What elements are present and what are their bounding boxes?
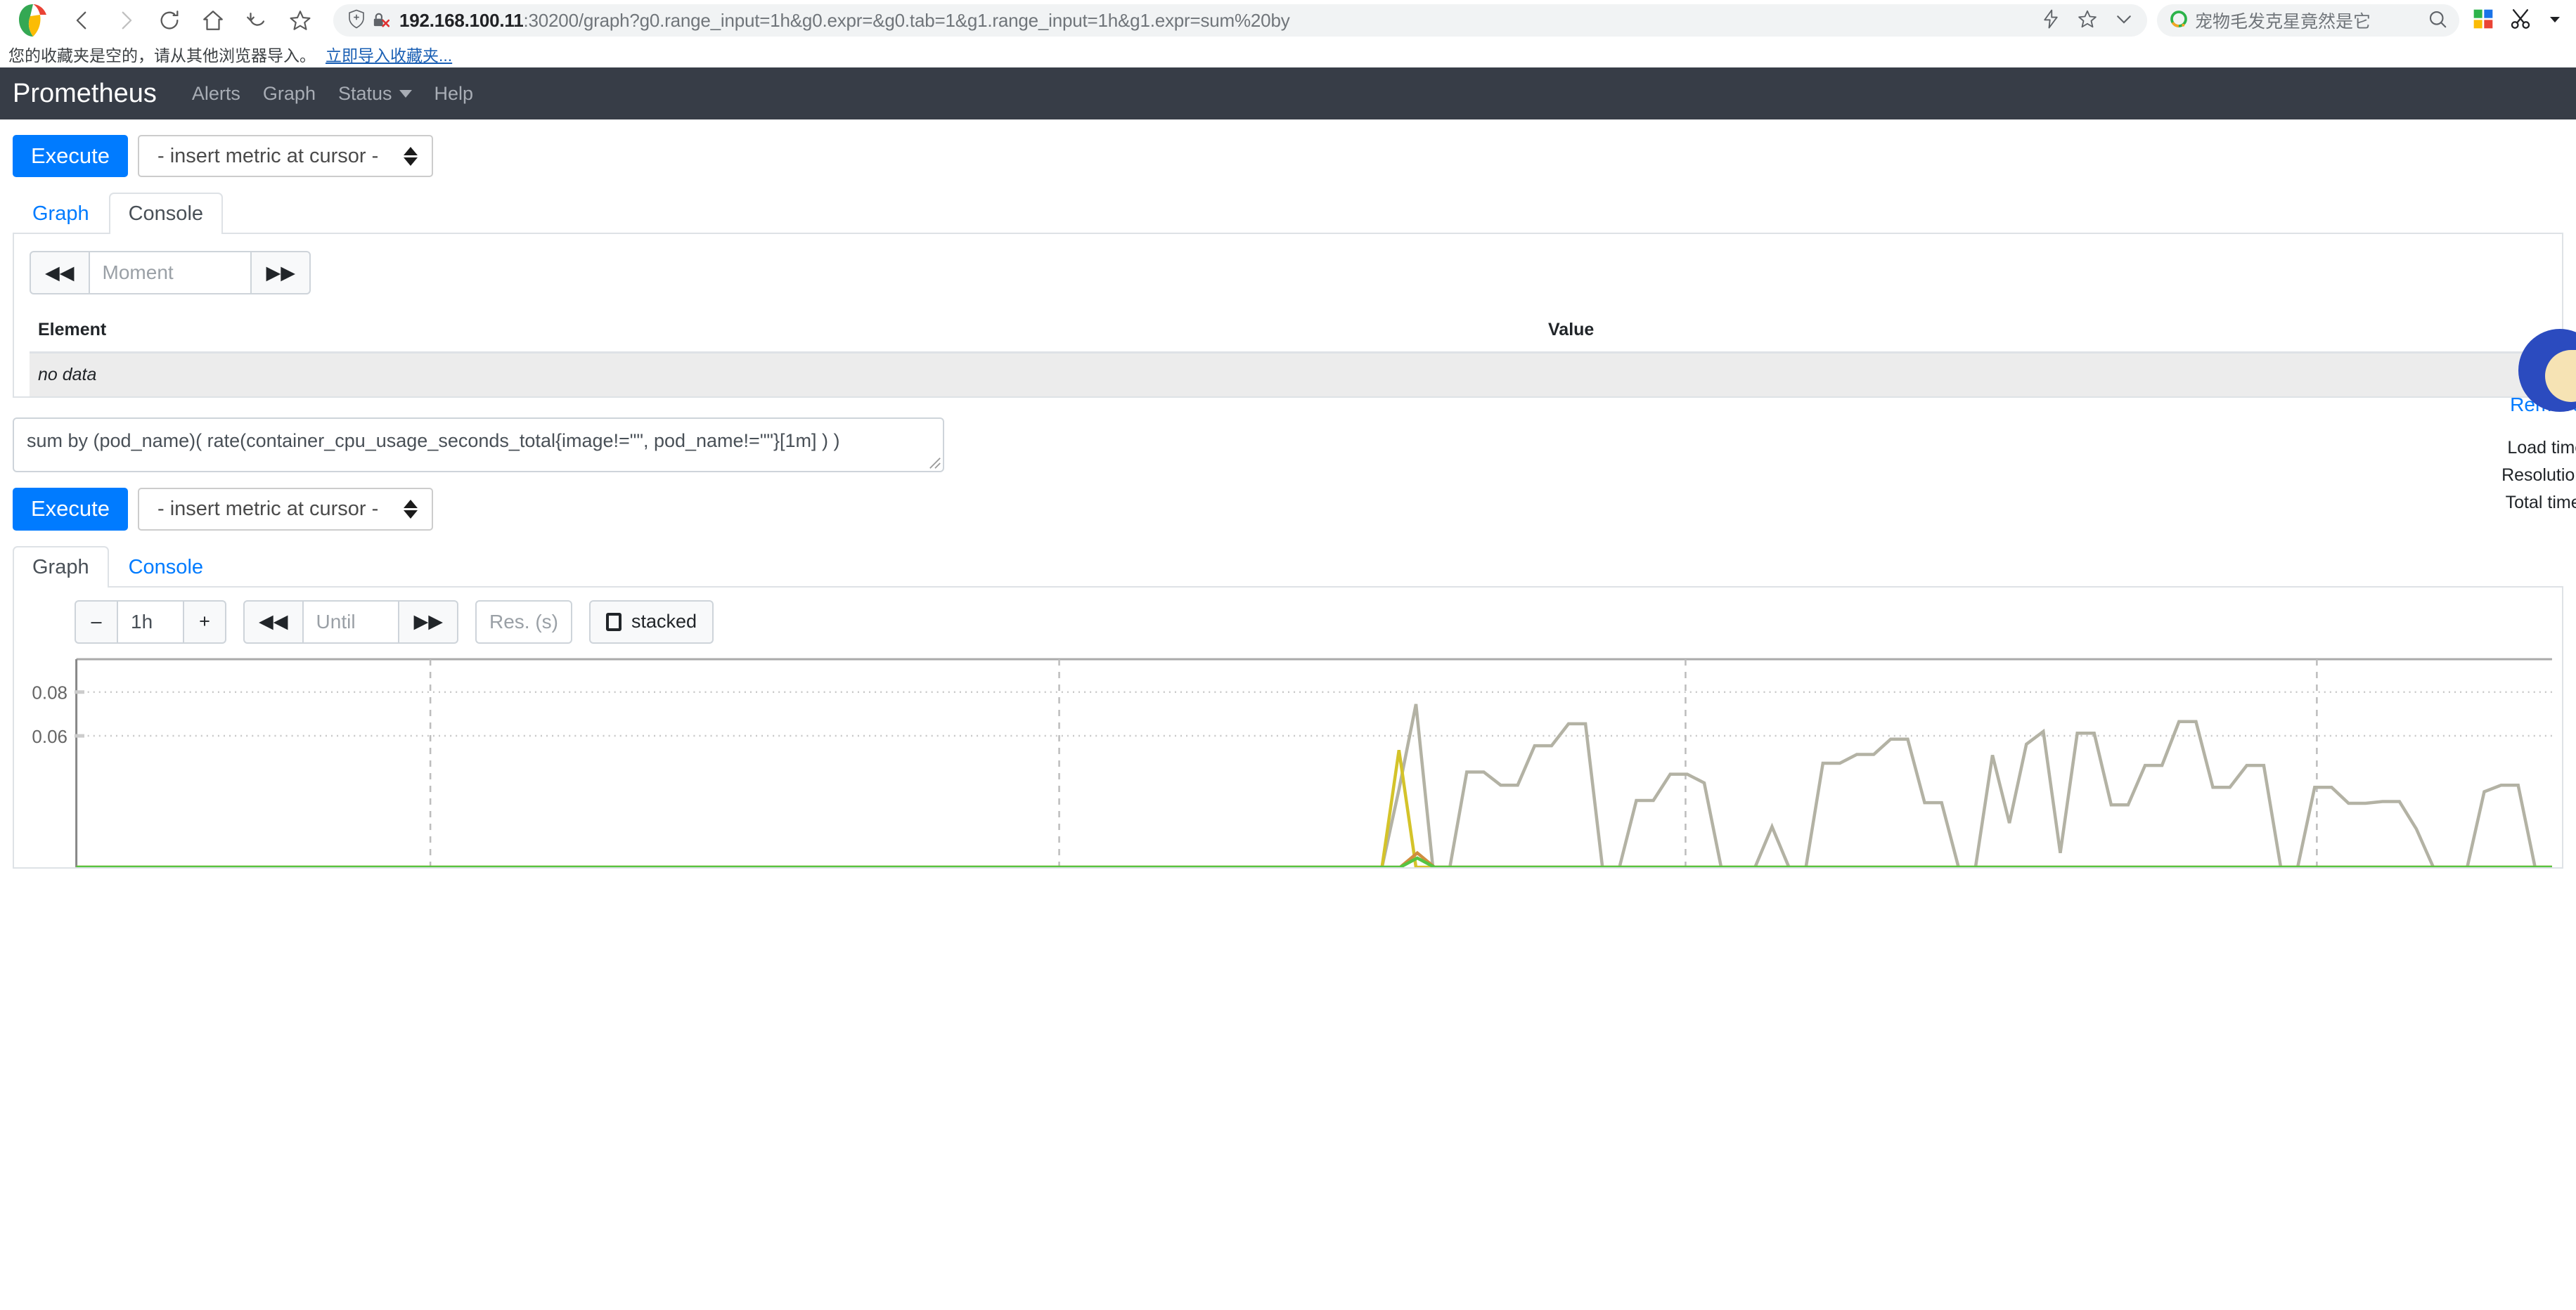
nav-link-alerts[interactable]: Alerts (181, 83, 252, 105)
reload-button[interactable] (148, 2, 191, 39)
nav-link-help[interactable]: Help (423, 83, 485, 105)
moment-input-group: ◀◀ Moment ▶▶ (30, 251, 311, 295)
bookmarks-bar: 您的收藏夹是空的，请从其他浏览器导入。 立即导入收藏夹... (0, 41, 2576, 67)
stacked-checkbox[interactable]: stacked (589, 599, 714, 644)
query-panel-0: Execute - insert metric at cursor - Grap… (0, 119, 2576, 398)
metric-select-1-value: - insert metric at cursor - (157, 497, 379, 520)
overflow-caret-icon[interactable] (2546, 11, 2563, 31)
graph-chart[interactable]: 0.06 0.08 (14, 656, 2562, 867)
until-prev-button[interactable]: ◀◀ (243, 599, 304, 644)
checkbox-icon (606, 612, 622, 631)
prometheus-brand[interactable]: Prometheus (13, 79, 157, 109)
moment-input[interactable]: Moment (89, 251, 251, 295)
lightning-icon[interactable] (2040, 8, 2061, 33)
shield-icon (346, 8, 367, 33)
range-input-group: – 1h + (75, 599, 226, 644)
address-bar-text: 192.168.100.11:30200/graph?g0.range_inpu… (399, 9, 1290, 31)
forward-button[interactable] (104, 2, 148, 39)
tab-console-0[interactable]: Console (108, 193, 224, 235)
search-icon[interactable] (2427, 8, 2448, 33)
browser-logo-icon (10, 2, 56, 39)
address-bar[interactable]: 192.168.100.11:30200/graph?g0.range_inpu… (333, 4, 2147, 37)
panel0-tabs: Graph Console (13, 193, 2563, 235)
metric-select-0-value: - insert metric at cursor - (157, 144, 379, 167)
resolution-placeholder: Res. (s) (489, 610, 558, 633)
nav-link-status[interactable]: Status (327, 83, 423, 105)
star-icon[interactable] (2077, 8, 2098, 33)
execute-button-1[interactable]: Execute (13, 488, 129, 531)
nav-link-help-label: Help (434, 82, 474, 104)
metric-select-0[interactable]: - insert metric at cursor - (138, 135, 434, 178)
query-panel-1: Remove G Load time: 6 Resolution: 1 Tota… (0, 394, 2576, 869)
panel0-console-body: ◀◀ Moment ▶▶ Element Value no data (13, 234, 2563, 398)
until-input[interactable]: Until (303, 599, 399, 644)
browser-search-value: 宠物毛发克星竟然是它 (2195, 12, 2371, 32)
until-next-button[interactable]: ▶▶ (398, 599, 458, 644)
nav-link-graph-label: Graph (262, 82, 316, 104)
table-row: no data (30, 351, 2546, 397)
chevron-updown-icon (404, 499, 418, 519)
cell-value (1540, 351, 2546, 397)
prometheus-navbar: Prometheus Alerts Graph Status Help (0, 67, 2576, 119)
table-header-row: Element Value (30, 310, 2546, 354)
panel1-meta: Remove G Load time: 6 Resolution: 1 Tota… (2501, 394, 2576, 516)
bookmarks-empty-message: 您的收藏夹是空的，请从其他浏览器导入。 (8, 46, 316, 65)
browser-search-box[interactable]: 宠物毛发克星竟然是它 (2157, 4, 2459, 37)
panel1-graph-body: – 1h + ◀◀ Until ▶▶ Res. (s) stacked 0.06… (13, 587, 2563, 869)
chevron-down-icon[interactable] (2113, 8, 2134, 33)
until-input-group: ◀◀ Until ▶▶ (243, 599, 458, 644)
expression-input[interactable]: sum by (pod_name)( rate(container_cpu_us… (13, 417, 944, 473)
insecure-lock-icon (370, 11, 389, 30)
tab-graph-0[interactable]: Graph (13, 193, 109, 234)
nav-link-alerts-label: Alerts (191, 82, 240, 104)
execute-button-0[interactable]: Execute (13, 135, 129, 178)
back-button[interactable] (60, 2, 104, 39)
meta-load-time: Load time: 6 (2507, 438, 2576, 458)
chevron-down-icon (399, 89, 412, 98)
col-value: Value (1540, 310, 2546, 354)
resolution-input[interactable]: Res. (s) (475, 599, 572, 644)
nav-link-status-label: Status (337, 82, 392, 104)
browser-chrome: 192.168.100.11:30200/graph?g0.range_inpu… (0, 0, 2576, 67)
meta-total-time-series: Total time se (2505, 492, 2576, 512)
tab-console-1[interactable]: Console (109, 546, 223, 588)
moment-next-button[interactable]: ▶▶ (250, 251, 311, 295)
svg-text:0.08: 0.08 (32, 682, 67, 703)
range-input[interactable]: 1h (118, 599, 183, 644)
moment-prev-button[interactable]: ◀◀ (30, 251, 90, 295)
chevron-updown-icon (404, 146, 418, 166)
undo-button[interactable] (235, 2, 278, 39)
range-increase-button[interactable]: + (183, 599, 226, 644)
expression-wrap: sum by (pod_name)( rate(container_cpu_us… (13, 417, 944, 473)
range-decrease-button[interactable]: – (75, 599, 118, 644)
metric-select-1[interactable]: - insert metric at cursor - (138, 488, 434, 531)
meta-resolution: Resolution: 1 (2501, 465, 2576, 486)
bookmark-star-button[interactable] (278, 2, 322, 39)
import-bookmarks-link[interactable]: 立即导入收藏夹... (326, 42, 452, 66)
col-element: Element (30, 310, 1540, 354)
home-button[interactable] (191, 2, 235, 39)
chart-axis-labels: 0.06 0.08 (32, 682, 84, 747)
stacked-label: stacked (631, 611, 697, 633)
panel0-execute-row: Execute - insert metric at cursor - (13, 119, 2563, 178)
scissors-icon[interactable] (2509, 7, 2532, 34)
until-placeholder: Until (316, 610, 356, 633)
nav-link-graph[interactable]: Graph (252, 83, 327, 105)
apps-grid-icon[interactable] (2472, 8, 2494, 34)
cell-element: no data (30, 351, 1540, 397)
console-results-table-0: Element Value no data (30, 310, 2546, 397)
svg-text:0.06: 0.06 (32, 726, 67, 747)
panel1-execute-row: Execute - insert metric at cursor - (13, 472, 2563, 531)
panel1-tabs: Graph Console (13, 545, 2563, 588)
moment-placeholder: Moment (102, 261, 174, 284)
floating-badge-inner-shape (2545, 350, 2576, 402)
tab-graph-1[interactable]: Graph (13, 545, 109, 588)
browser-right-icons (2472, 7, 2566, 34)
graph-controls: – 1h + ◀◀ Until ▶▶ Res. (s) stacked (14, 588, 2562, 656)
search-engine-icon (2168, 8, 2189, 33)
browser-toolbar: 192.168.100.11:30200/graph?g0.range_inpu… (0, 0, 2576, 41)
